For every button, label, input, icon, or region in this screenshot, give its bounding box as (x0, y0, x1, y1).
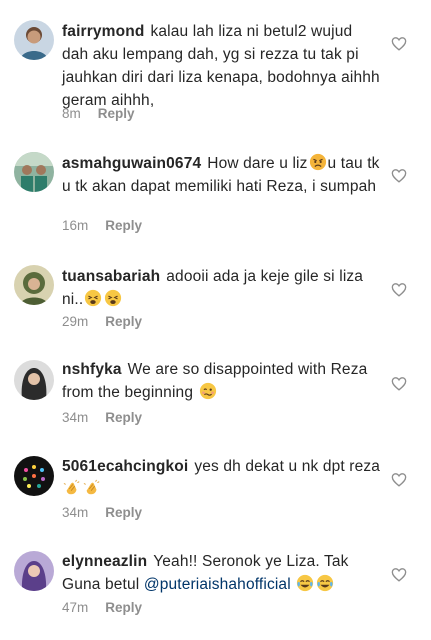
reply-button[interactable]: Reply (105, 218, 142, 233)
comment-time[interactable]: 29m (62, 314, 88, 329)
avatar[interactable] (14, 456, 54, 496)
comment-username[interactable]: elynneazlin (62, 553, 147, 570)
comment-meta: 8m Reply (62, 105, 135, 123)
tears-of-joy-emoji (296, 574, 314, 592)
comment-username[interactable]: tuansabariah (62, 268, 160, 285)
comment-text: fairrymond kalau lah liza ni betul2 wujud… (62, 20, 382, 112)
woozy-face-emoji (199, 382, 217, 400)
reply-button[interactable]: Reply (105, 600, 142, 615)
reply-button[interactable]: Reply (98, 106, 135, 121)
weary-face-emoji (104, 289, 122, 307)
comment-time[interactable]: 47m (62, 600, 88, 615)
heart-icon[interactable] (391, 472, 407, 487)
comment-time[interactable]: 8m (62, 106, 81, 121)
avatar[interactable] (14, 20, 54, 60)
avatar[interactable] (14, 152, 54, 192)
heart-icon[interactable] (391, 168, 407, 183)
comment-time[interactable]: 16m (62, 218, 88, 233)
comment-meta: 47m Reply (62, 599, 142, 617)
heart-icon[interactable] (391, 567, 407, 582)
comment-meta: 29m Reply (62, 313, 142, 331)
avatar[interactable] (14, 360, 54, 400)
reply-button[interactable]: Reply (105, 314, 142, 329)
comment-username[interactable]: asmahguwain0674 (62, 155, 201, 172)
reply-button[interactable]: Reply (105, 410, 142, 425)
heart-icon[interactable] (391, 282, 407, 297)
comment-username[interactable]: nshfyka (62, 361, 122, 378)
clapping-hands-emoji (83, 479, 101, 497)
reply-button[interactable]: Reply (105, 505, 142, 520)
comment-username[interactable]: fairrymond (62, 23, 144, 40)
comment-text: asmahguwain0674 How dare u liz u tau tk u … (62, 152, 382, 198)
comment-meta: 16m Reply (62, 217, 142, 235)
clapping-hands-emoji (63, 479, 81, 497)
angry-face-emoji (309, 153, 327, 171)
comment-body: How dare u liz (207, 155, 308, 172)
avatar[interactable] (14, 265, 54, 305)
comment-text: elynneazlin Yeah!! Seronok ye Liza. Tak G… (62, 550, 382, 596)
comment-time[interactable]: 34m (62, 410, 88, 425)
comment-username[interactable]: 5061ecahcingkoi (62, 458, 188, 475)
comment-text: tuansabariah adooii ada ja keje gile si l… (62, 265, 382, 311)
comment-meta: 34m Reply (62, 409, 142, 427)
comment-text: 5061ecahcingkoi yes dh dekat u nk dpt rez… (62, 455, 382, 501)
weary-face-emoji (84, 289, 102, 307)
heart-icon[interactable] (391, 36, 407, 51)
comment-meta: 34m Reply (62, 504, 142, 522)
comment-body: yes dh dekat u nk dpt reza (194, 458, 381, 475)
user-mention-link[interactable]: @puteriaishahofficial (144, 576, 291, 593)
heart-icon[interactable] (391, 376, 407, 391)
avatar[interactable] (14, 551, 54, 591)
comment-text: nshfyka We are so disappointed with Reza … (62, 358, 382, 404)
tears-of-joy-emoji (316, 574, 334, 592)
comment-time[interactable]: 34m (62, 505, 88, 520)
